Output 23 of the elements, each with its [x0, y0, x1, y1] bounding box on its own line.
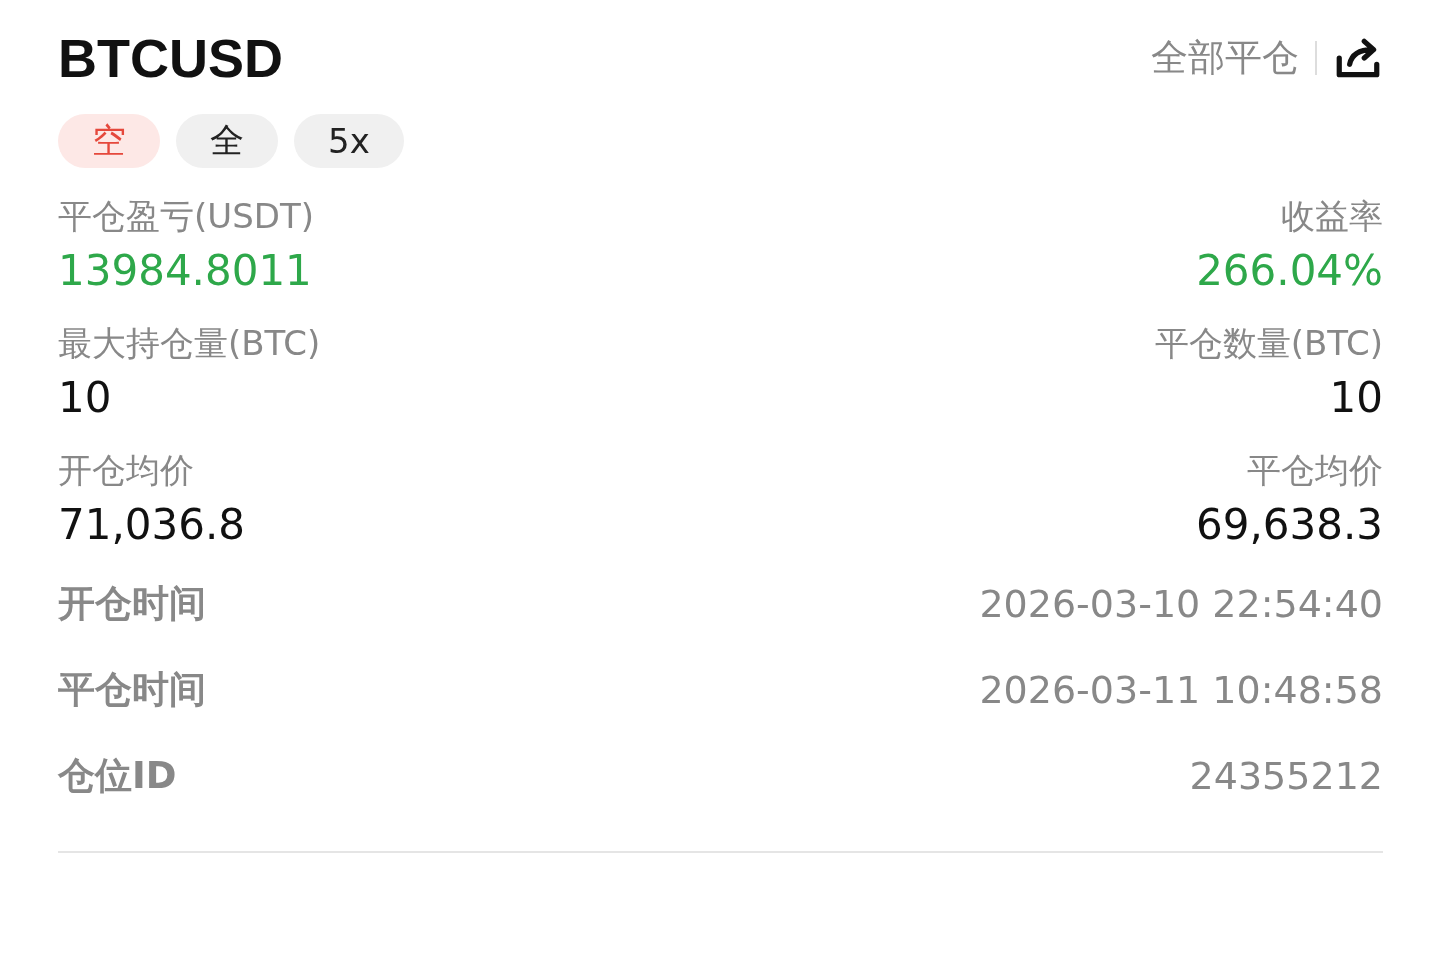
stat-label: 开仓均价	[58, 449, 195, 492]
position-tag: 全	[176, 114, 278, 168]
stat-label: 最大持仓量(BTC)	[58, 322, 321, 365]
detail-value: 2026-03-10 22:54:40	[979, 582, 1383, 626]
symbol-title: BTCUSD	[58, 27, 283, 89]
detail-value: 24355212	[1189, 754, 1383, 798]
stat-label: 平仓均价	[1247, 449, 1383, 492]
stat-value: 10	[58, 373, 113, 422]
stat-label: 收益率	[1281, 195, 1383, 238]
stat-value: 13984.8011	[58, 246, 313, 295]
detail-label: 仓位ID	[58, 753, 177, 799]
stat-value: 10	[1329, 373, 1383, 422]
stat-label: 平仓数量(BTC)	[1154, 322, 1383, 365]
close-all-button[interactable]: 全部平仓	[1151, 33, 1299, 83]
position-tag: 空	[58, 114, 160, 168]
stat-value: 69,638.3	[1195, 500, 1383, 549]
detail-label: 平仓时间	[58, 667, 206, 713]
stat-label: 平仓盈亏(USDT)	[58, 195, 314, 238]
stat-value: 71,036.8	[58, 500, 246, 549]
position-tag: 5x	[294, 114, 404, 168]
detail-label: 开仓时间	[58, 581, 206, 627]
detail-value: 2026-03-11 10:48:58	[979, 668, 1383, 712]
stat-value: 266.04%	[1196, 246, 1383, 295]
